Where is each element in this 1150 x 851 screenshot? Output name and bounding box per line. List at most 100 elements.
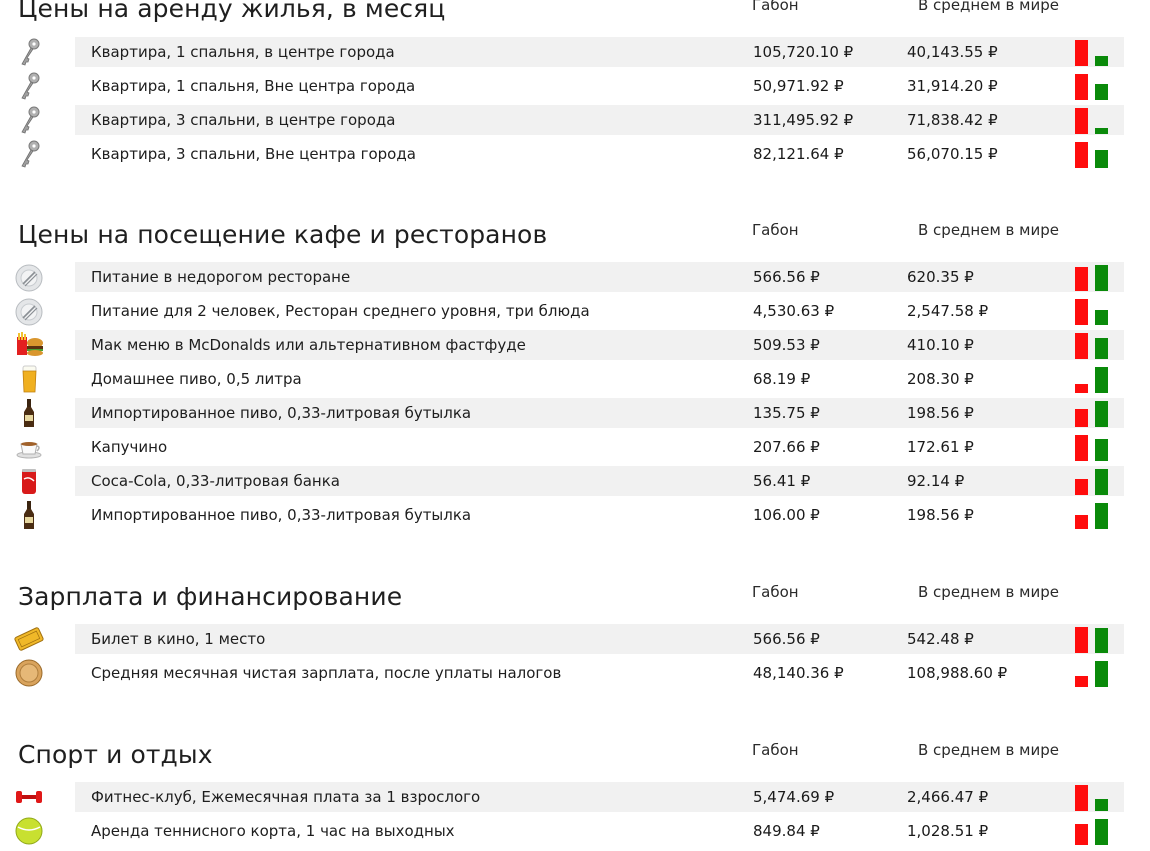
plate-icon [14, 261, 44, 293]
world-value: 2,466.47 ₽ [907, 788, 989, 806]
country-value: 50,971.92 ₽ [753, 77, 844, 95]
world-bar [1095, 128, 1108, 134]
column-header-country: Габон [752, 583, 799, 601]
section-title: Цены на аренду жилья, в месяц [18, 0, 446, 23]
country-bar [1075, 74, 1088, 100]
world-bar [1095, 84, 1108, 100]
table-row: Билет в кино, 1 место 566.56 ₽ 542.48 ₽ [0, 622, 1130, 656]
comparison-bars [1075, 106, 1115, 134]
country-value: 849.84 ₽ [753, 822, 820, 840]
country-value: 48,140.36 ₽ [753, 664, 844, 682]
row-label: Билет в кино, 1 место [91, 630, 266, 648]
country-value: 5,474.69 ₽ [753, 788, 835, 806]
table-row: Аренда теннисного корта, 1 час на выходн… [0, 814, 1130, 848]
world-value: 56,070.15 ₽ [907, 145, 998, 163]
section-title: Зарплата и финансирование [18, 582, 403, 611]
country-bar [1075, 515, 1088, 529]
table-row: Капучино 207.66 ₽ 172.61 ₽ [0, 430, 1130, 464]
table-row: Питание в недорогом ресторане 566.56 ₽ 6… [0, 260, 1130, 294]
world-value: 31,914.20 ₽ [907, 77, 998, 95]
country-bar [1075, 267, 1088, 291]
table-row: Квартира, 1 спальня, Вне центра города 5… [0, 69, 1130, 103]
world-value: 172.61 ₽ [907, 438, 974, 456]
world-value: 40,143.55 ₽ [907, 43, 998, 61]
cola-can-icon [14, 465, 44, 497]
comparison-bars [1075, 783, 1115, 811]
world-value: 2,547.58 ₽ [907, 302, 989, 320]
country-value: 105,720.10 ₽ [753, 43, 854, 61]
fastfood-icon [14, 329, 44, 361]
country-value: 4,530.63 ₽ [753, 302, 835, 320]
country-bar [1075, 409, 1088, 427]
country-value: 82,121.64 ₽ [753, 145, 844, 163]
row-label: Coca-Cola, 0,33-литровая банка [91, 472, 340, 490]
world-bar [1095, 503, 1108, 529]
row-label: Домашнее пиво, 0,5 литра [91, 370, 302, 388]
column-header-world: В среднем в мире [918, 221, 1059, 239]
country-value: 106.00 ₽ [753, 506, 820, 524]
world-bar [1095, 367, 1108, 393]
country-value: 135.75 ₽ [753, 404, 820, 422]
comparison-bars [1075, 625, 1115, 653]
column-header-world: В среднем в мире [918, 583, 1059, 601]
country-bar [1075, 824, 1088, 845]
column-header-world: В среднем в мире [918, 0, 1059, 14]
country-bar [1075, 299, 1088, 325]
table-row: Питание для 2 человек, Ресторан среднего… [0, 294, 1130, 328]
row-label: Фитнес-клуб, Ежемесячная плата за 1 взро… [91, 788, 481, 806]
section-salary: Зарплата и финансирование Габон В средне… [0, 582, 1130, 692]
coffee-cup-icon [14, 431, 44, 463]
key-icon [14, 104, 44, 136]
row-label: Квартира, 1 спальня, Вне центра города [91, 77, 416, 95]
world-bar [1095, 310, 1108, 325]
row-label: Мак меню в McDonalds или альтернативном … [91, 336, 526, 354]
key-icon [14, 36, 44, 68]
row-label: Квартира, 3 спальни, Вне центра города [91, 145, 416, 163]
world-value: 92.14 ₽ [907, 472, 965, 490]
table-row: Импортированное пиво, 0,33-литровая буты… [0, 396, 1130, 430]
country-bar [1075, 785, 1088, 811]
world-value: 71,838.42 ₽ [907, 111, 998, 129]
row-label: Квартира, 3 спальни, в центре города [91, 111, 396, 129]
table-row: Мак меню в McDonalds или альтернативном … [0, 328, 1130, 362]
section-restaurants: Цены на посещение кафе и ресторанов Габо… [0, 220, 1130, 540]
comparison-bars [1075, 399, 1115, 427]
table-row: Квартира, 3 спальни, Вне центра города 8… [0, 137, 1130, 171]
world-bar [1095, 150, 1108, 168]
cinema-ticket-icon [14, 623, 44, 655]
country-value: 207.66 ₽ [753, 438, 820, 456]
world-bar [1095, 628, 1108, 653]
row-label: Средняя месячная чистая зарплата, после … [91, 664, 562, 682]
country-bar [1075, 384, 1088, 393]
table-row: Средняя месячная чистая зарплата, после … [0, 656, 1130, 690]
section-sport: Спорт и отдых Габон В среднем в мире Фит… [0, 740, 1130, 845]
table-row: Квартира, 3 спальни, в центре города 311… [0, 103, 1130, 137]
key-icon [14, 70, 44, 102]
key-icon [14, 138, 44, 170]
world-bar [1095, 799, 1108, 811]
world-bar [1095, 819, 1108, 845]
table-row: Coca-Cola, 0,33-литровая банка 56.41 ₽ 9… [0, 464, 1130, 498]
country-bar [1075, 40, 1088, 66]
comparison-bars [1075, 467, 1115, 495]
world-bar [1095, 661, 1108, 687]
row-label: Импортированное пиво, 0,33-литровая буты… [91, 404, 472, 422]
row-label: Питание в недорогом ресторане [91, 268, 351, 286]
world-bar [1095, 265, 1108, 291]
country-value: 311,495.92 ₽ [753, 111, 854, 129]
world-bar [1095, 56, 1108, 66]
world-value: 620.35 ₽ [907, 268, 974, 286]
country-value: 566.56 ₽ [753, 268, 820, 286]
world-value: 410.10 ₽ [907, 336, 974, 354]
comparison-bars [1075, 38, 1115, 66]
comparison-bars [1075, 140, 1115, 168]
comparison-bars [1075, 659, 1115, 687]
column-header-world: В среднем в мире [918, 741, 1059, 759]
plate-icon [14, 295, 44, 327]
column-header-country: Габон [752, 741, 799, 759]
table-row: Домашнее пиво, 0,5 литра 68.19 ₽ 208.30 … [0, 362, 1130, 396]
coin-icon [14, 657, 44, 689]
country-bar [1075, 479, 1088, 495]
comparison-bars [1075, 72, 1115, 100]
world-value: 542.48 ₽ [907, 630, 974, 648]
